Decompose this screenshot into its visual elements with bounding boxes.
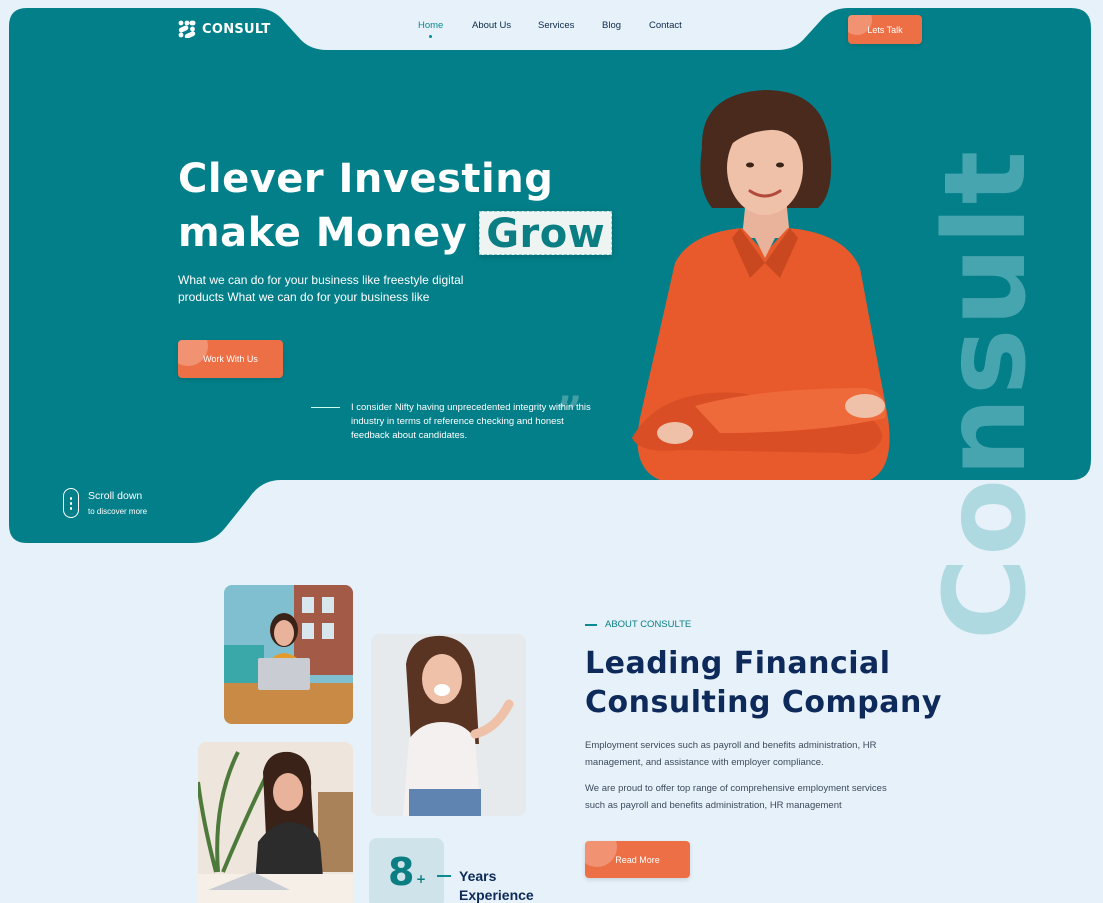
- years-plus: +: [416, 872, 427, 886]
- about-photo-smiling-woman: [371, 634, 526, 816]
- scroll-down-hint[interactable]: Scroll down to discover more: [63, 488, 147, 518]
- about-eyebrow-text: ABOUT CONSULTE: [605, 619, 692, 630]
- quote-divider: [311, 407, 340, 408]
- scroll-title: Scroll down: [88, 490, 143, 502]
- lets-talk-label: Lets Talk: [867, 24, 903, 35]
- mouse-scroll-icon: [63, 488, 79, 518]
- years-number: 8: [388, 850, 415, 894]
- about-eyebrow: ABOUT CONSULTE: [585, 619, 691, 630]
- read-more-button[interactable]: Read More: [585, 841, 690, 878]
- years-label: Years Experience: [459, 867, 534, 903]
- nav-active-indicator: [429, 35, 432, 38]
- hero-portrait-image: [632, 90, 890, 480]
- lets-talk-button[interactable]: Lets Talk: [848, 15, 922, 44]
- years-label-line2: Experience: [459, 887, 534, 903]
- about-title: Leading Financial Consulting Company: [585, 644, 942, 722]
- main-nav: Home About Us Services Blog Contact: [0, 20, 1103, 40]
- years-dash: [437, 875, 451, 877]
- about-title-line1: Leading Financial: [585, 646, 891, 681]
- hero-title-line2-wrap: make Money Grow: [178, 206, 613, 260]
- hero-title: Clever Investing make Money Grow: [178, 152, 613, 260]
- nav-blog[interactable]: Blog: [602, 20, 621, 31]
- about-photo-woman-laptop: [198, 742, 353, 903]
- about-paragraph-1: Employment services such as payroll and …: [585, 740, 877, 768]
- nav-home[interactable]: Home: [418, 20, 443, 31]
- eyebrow-dash: [585, 623, 597, 626]
- about-photo-laptop-desk: [224, 585, 353, 724]
- work-with-us-button[interactable]: Work With Us: [178, 340, 283, 378]
- about-title-line2: Consulting Company: [585, 685, 942, 720]
- years-label-line1: Years: [459, 868, 497, 884]
- scroll-subtitle: to discover more: [88, 507, 148, 516]
- hero-title-line1: Clever Investing: [178, 156, 554, 202]
- nav-about-us[interactable]: About Us: [472, 20, 511, 31]
- about-paragraph-2: We are proud to offer top range of compr…: [585, 783, 887, 811]
- nav-contact[interactable]: Contact: [649, 20, 682, 31]
- hero-title-highlight: Grow: [479, 211, 613, 256]
- consult-watermark: Consult: [921, 148, 1051, 640]
- nav-services[interactable]: Services: [538, 20, 574, 31]
- testimonial-quote: I consider Nifty having unprecedented in…: [351, 402, 591, 441]
- hero-title-line2: make Money: [178, 210, 468, 256]
- work-with-us-label: Work With Us: [203, 354, 258, 364]
- read-more-label: Read More: [615, 854, 660, 865]
- hero-subtitle: What we can do for your business like fr…: [178, 273, 464, 304]
